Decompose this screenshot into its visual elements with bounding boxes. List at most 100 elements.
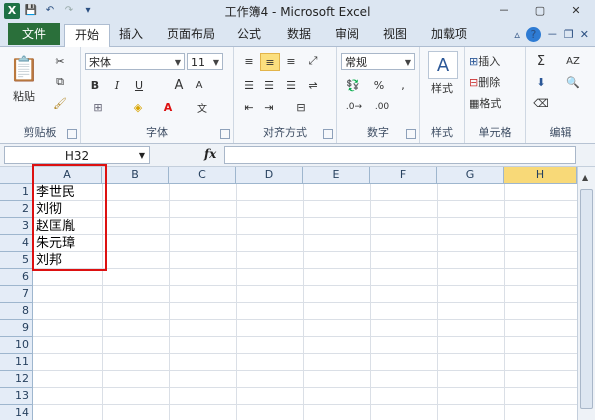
shrink-font-icon[interactable]: A [191,77,207,93]
grow-font-icon[interactable]: A [171,77,187,93]
scroll-up-icon[interactable]: ▲ [582,173,588,182]
tab-insert[interactable]: 插入 [114,24,148,45]
row-header[interactable]: 14 [0,405,33,420]
ribbon: 📋 粘贴 ✂ ⧉ 🖌 剪贴板 宋体 ▼ 11 ▼ B I U A A ⊞ ◈ A 文… [0,47,595,144]
doc-close-icon[interactable]: ✕ [580,28,589,41]
row-header[interactable]: 8 [0,303,33,320]
column-header-b[interactable]: B [102,167,169,184]
ribbon-tabs: 文件 开始 插入 页面布局 公式 数据 审阅 视图 加载项 ▵ ? － ❐ ✕ [0,21,595,48]
maximize-button[interactable]: ▢ [527,2,553,18]
doc-restore-icon[interactable]: ❐ [564,28,574,41]
row-header[interactable]: 10 [0,337,33,354]
row-header[interactable]: 6 [0,269,33,286]
clipboard-launcher-icon[interactable] [67,129,77,139]
number-launcher-icon[interactable] [406,129,416,139]
tab-home[interactable]: 开始 [64,24,110,48]
accounting-format-icon[interactable]: 💱 [343,77,363,93]
autosum-icon[interactable]: Σ [532,53,550,69]
minimize-button[interactable]: － [491,2,517,18]
cells-group-label: 单元格 [478,126,512,139]
align-right-icon[interactable]: ☰ [282,77,300,93]
align-left-icon[interactable]: ☰ [240,77,258,93]
align-bottom-icon[interactable]: ≡ [282,53,300,69]
delete-cells-button[interactable]: ⊟ 删除 [469,74,521,90]
column-header-g[interactable]: G [437,167,504,184]
align-middle-icon[interactable]: ≡ [260,53,280,71]
doc-minimize-icon[interactable]: － [547,26,558,42]
clear-icon[interactable]: ⌫ [532,95,550,111]
ribbon-collapse-icon[interactable]: ▵ [514,28,520,41]
group-number: 常规 ▼ 💱 % , .0→ .00 数字 [337,47,420,143]
row-header[interactable]: 1 [0,184,33,201]
align-center-icon[interactable]: ☰ [260,77,278,93]
column-header-c[interactable]: C [169,167,236,184]
phonetic-icon[interactable]: 文 [191,99,213,115]
column-header-d[interactable]: D [236,167,303,184]
borders-icon[interactable]: ⊞ [87,99,109,115]
format-painter-icon[interactable]: 🖌 [52,95,68,111]
column-header-e[interactable]: E [303,167,370,184]
row-header[interactable]: 9 [0,320,33,337]
cut-icon[interactable]: ✂ [52,53,68,69]
row-header[interactable]: 11 [0,354,33,371]
row-header[interactable]: 5 [0,252,33,269]
column-header-h[interactable]: H [504,167,577,184]
format-cells-button[interactable]: ▦ 格式 [469,95,521,111]
tab-data[interactable]: 数据 [282,24,316,45]
close-button[interactable]: ✕ [563,2,589,18]
row-header[interactable]: 12 [0,371,33,388]
copy-icon[interactable]: ⧉ [52,74,68,90]
decrease-decimal-icon[interactable]: .00 [371,99,393,115]
scrollbar-thumb[interactable] [580,189,593,409]
wrap-text-icon[interactable]: ⇌ [304,77,322,93]
vertical-scrollbar[interactable]: ▲ [577,167,595,420]
decrease-indent-icon[interactable]: ⇤ [240,99,258,115]
help-icon[interactable]: ? [525,26,541,42]
select-all-button[interactable] [0,167,33,184]
italic-icon[interactable]: I [109,77,125,93]
tab-view[interactable]: 视图 [378,24,412,45]
tab-formulas[interactable]: 公式 [232,24,266,45]
bold-icon[interactable]: B [87,77,103,93]
sort-filter-icon[interactable]: AZ [562,53,584,69]
alignment-launcher-icon[interactable] [323,129,333,139]
font-size-value: 11 [191,56,205,69]
column-header-f[interactable]: F [370,167,437,184]
align-top-icon[interactable]: ≡ [240,53,258,69]
number-format-dropdown[interactable]: 常规 ▼ [341,53,415,70]
formula-input[interactable] [224,146,576,164]
increase-indent-icon[interactable]: ⇥ [260,99,278,115]
row-header[interactable]: 4 [0,235,33,252]
merge-center-icon[interactable]: ⊟ [290,99,312,115]
styles-icon[interactable]: A [428,51,458,79]
fill-icon[interactable]: ⬇ [532,74,550,90]
font-name-dropdown[interactable]: 宋体 ▼ [85,53,185,70]
row-header[interactable]: 7 [0,286,33,303]
tab-file[interactable]: 文件 [8,23,60,45]
row-header[interactable]: 13 [0,388,33,405]
comma-style-icon[interactable]: , [395,77,411,93]
underline-icon[interactable]: U [131,77,147,93]
fill-color-icon[interactable]: ◈ [127,99,149,115]
row-header[interactable]: 2 [0,201,33,218]
orientation-icon[interactable]: ⤢ [304,53,322,69]
format-cells-icon: ▦ [469,96,480,110]
find-select-icon[interactable]: 🔍 [562,74,584,90]
paste-icon[interactable]: 📋 [9,51,39,87]
font-color-icon[interactable]: A [157,99,179,115]
tab-page-layout[interactable]: 页面布局 [162,24,220,45]
tab-review[interactable]: 审阅 [330,24,364,45]
tab-addins[interactable]: 加载项 [426,24,472,45]
row-header[interactable]: 3 [0,218,33,235]
name-box-value: H32 [64,149,90,163]
chevron-down-icon: ▼ [138,151,145,160]
increase-decimal-icon[interactable]: .0→ [343,99,365,115]
percent-icon[interactable]: % [371,77,387,93]
paste-button[interactable]: 粘贴 [6,89,42,103]
insert-cells-button[interactable]: ⊞ 插入 [469,53,521,69]
name-box[interactable]: H32 ▼ [4,146,150,164]
font-launcher-icon[interactable] [220,129,230,139]
font-size-dropdown[interactable]: 11 ▼ [187,53,223,70]
insert-function-button[interactable]: fx [204,147,216,161]
styles-button[interactable]: 样式 [424,81,460,95]
